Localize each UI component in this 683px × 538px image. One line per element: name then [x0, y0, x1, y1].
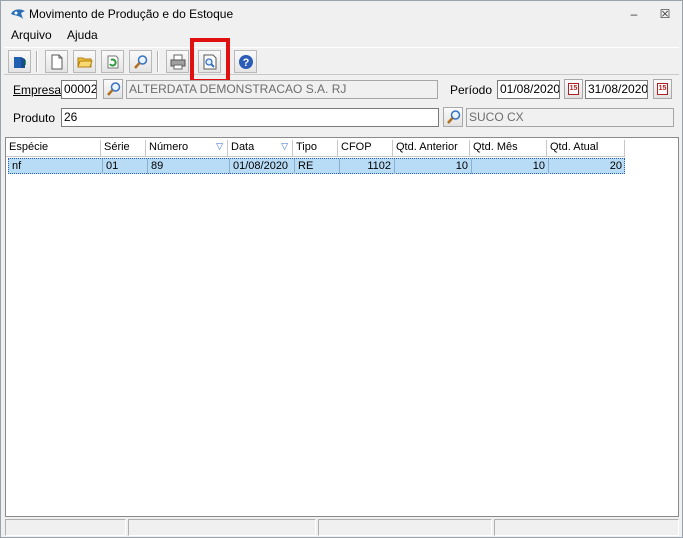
- cell-numero: 89: [148, 159, 230, 174]
- search-icon: [134, 55, 148, 69]
- exit-button[interactable]: [8, 50, 31, 73]
- toolbar-separator: [157, 51, 159, 72]
- column-header-label: Número: [149, 141, 189, 153]
- periodo-start-field[interactable]: 01/08/2020: [497, 80, 560, 99]
- column-header-label: Qtd. Atual: [550, 141, 599, 153]
- produto-search-button[interactable]: [443, 107, 463, 127]
- cell-qtd-mes: 10: [472, 159, 549, 174]
- minimize-button[interactable]: –: [625, 6, 643, 22]
- toolbar-separator: [36, 51, 38, 72]
- column-header-qtd-mes[interactable]: Qtd. Mês: [470, 140, 547, 157]
- menu-bar: Arquivo Ajuda: [1, 27, 682, 45]
- app-logo-icon: [11, 9, 25, 19]
- open-button[interactable]: [73, 50, 96, 73]
- produto-name-field: SUCO CX: [466, 108, 674, 127]
- table-row[interactable]: nf 01 89 01/08/2020 RE 1102 10 10 20: [8, 158, 625, 174]
- sort-icon: ▽: [281, 141, 288, 151]
- movements-grid[interactable]: Espécie Série Número ▽ Data ▽ Tipo CFOP …: [5, 137, 679, 517]
- calendar-icon: 15: [657, 83, 668, 95]
- periodo-label: Período: [450, 83, 493, 97]
- print-button[interactable]: [166, 50, 189, 73]
- menu-ajuda[interactable]: Ajuda: [67, 28, 98, 42]
- column-header-label: Série: [104, 141, 130, 153]
- open-folder-icon: [77, 57, 93, 68]
- column-header-cfop[interactable]: CFOP: [338, 140, 393, 157]
- produto-code-field[interactable]: 26: [61, 108, 439, 127]
- column-header-tipo[interactable]: Tipo: [293, 140, 338, 157]
- calendar-icon: 15: [568, 83, 579, 95]
- window-title: Movimento de Produção e do Estoque: [29, 7, 234, 21]
- column-header-serie[interactable]: Série: [101, 140, 146, 157]
- periodo-end-calendar-button[interactable]: 15: [653, 79, 672, 99]
- column-header-label: Tipo: [296, 141, 317, 153]
- produto-label: Produto: [13, 111, 56, 125]
- column-header-label: Qtd. Anterior: [396, 141, 458, 153]
- refresh-button[interactable]: [101, 50, 124, 73]
- status-bar: [5, 519, 679, 536]
- exit-icon: [14, 57, 26, 68]
- cell-especie: nf: [9, 159, 103, 174]
- column-header-data[interactable]: Data ▽: [228, 140, 293, 157]
- cell-serie: 01: [103, 159, 148, 174]
- empresa-code-field[interactable]: 00002: [61, 80, 97, 99]
- cell-cfop: 1102: [340, 159, 395, 174]
- column-header-numero[interactable]: Número ▽: [146, 140, 228, 157]
- search-icon: [107, 82, 121, 96]
- menu-arquivo[interactable]: Arquivo: [11, 28, 52, 42]
- refresh-icon: [107, 55, 119, 69]
- status-panel: [5, 519, 126, 536]
- column-header-label: CFOP: [341, 141, 372, 153]
- new-document-icon: [51, 54, 63, 70]
- cell-data: 01/08/2020: [230, 159, 295, 174]
- empresa-search-button[interactable]: [103, 79, 123, 99]
- new-button[interactable]: [45, 50, 68, 73]
- column-header-qtd-atual[interactable]: Qtd. Atual: [547, 140, 625, 157]
- cell-tipo: RE: [295, 159, 340, 174]
- status-panel: [494, 519, 679, 536]
- help-icon: ?: [239, 55, 253, 69]
- status-panel: [128, 519, 316, 536]
- print-preview-highlight: [190, 38, 230, 83]
- search-icon: [447, 110, 461, 124]
- title-bar: Movimento de Produção e do Estoque – ☒: [1, 1, 682, 27]
- column-header-especie[interactable]: Espécie: [6, 140, 101, 157]
- column-header-label: Data: [231, 141, 255, 153]
- find-button[interactable]: [129, 50, 152, 73]
- toolbar: ?: [4, 47, 679, 75]
- sort-icon: ▽: [216, 141, 223, 151]
- svg-text:?: ?: [243, 57, 250, 69]
- cell-qtd-atual: 20: [609, 160, 622, 172]
- close-button[interactable]: ☒: [656, 6, 674, 22]
- periodo-start-calendar-button[interactable]: 15: [564, 79, 583, 99]
- column-header-label: Espécie: [9, 141, 49, 153]
- empresa-label: Empresa: [13, 83, 62, 97]
- status-panel: [318, 519, 492, 536]
- cell-qtd-anterior: 10: [395, 159, 472, 174]
- periodo-end-field[interactable]: 31/08/2020: [585, 80, 648, 99]
- column-header-label: Qtd. Mês: [473, 141, 518, 153]
- empresa-name-field: ALTERDATA DEMONSTRACAO S.A. RJ: [126, 80, 438, 99]
- main-window: Movimento de Produção e do Estoque – ☒ A…: [0, 0, 683, 538]
- column-header-qtd-anterior[interactable]: Qtd. Anterior: [393, 140, 470, 157]
- print-icon: [170, 54, 186, 70]
- help-button[interactable]: ?: [234, 50, 257, 73]
